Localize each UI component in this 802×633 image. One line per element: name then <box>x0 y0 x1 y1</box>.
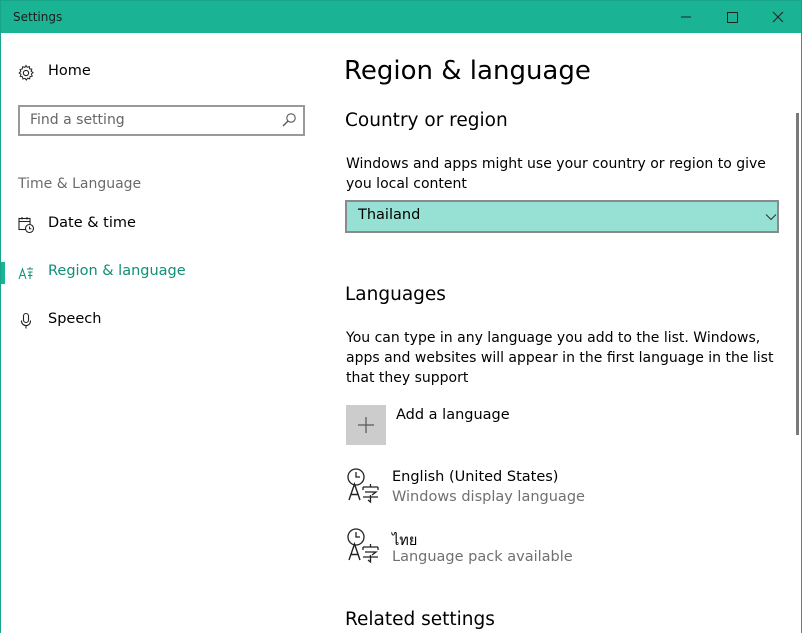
add-language-button[interactable] <box>346 405 386 445</box>
search-icon <box>282 113 296 127</box>
language-item-english[interactable]: English (United States) Windows display … <box>345 467 765 511</box>
related-settings-heading: Related settings <box>345 609 495 630</box>
add-language-label[interactable]: Add a language <box>396 407 510 423</box>
close-icon <box>772 11 784 23</box>
country-heading: Country or region <box>345 110 508 131</box>
settings-window: Settings Home Find a setting Time & Lang… <box>0 0 802 633</box>
sidebar-item-label: Speech <box>48 311 102 327</box>
page-title: Region & language <box>344 56 591 86</box>
close-button[interactable] <box>755 1 801 33</box>
languages-description: You can type in any language you add to … <box>346 330 774 386</box>
language-options-icon <box>347 468 379 504</box>
sidebar-item-home[interactable]: Home <box>1 56 311 90</box>
settings-content: Home Find a setting Time & Language Date… <box>1 33 801 633</box>
chevron-down-icon <box>765 214 777 221</box>
language-icon <box>18 267 33 280</box>
country-description: Windows and apps might use your country … <box>346 156 766 192</box>
calendar-clock-icon <box>18 217 35 234</box>
language-status: Language pack available <box>392 549 573 565</box>
search-placeholder: Find a setting <box>30 112 125 128</box>
sidebar-item-label: Home <box>48 63 91 79</box>
sidebar-group-heading: Time & Language <box>18 176 142 192</box>
country-select-value: Thailand <box>358 207 421 223</box>
language-options-icon <box>347 528 379 564</box>
sidebar-item-speech[interactable]: Speech <box>1 304 311 338</box>
maximize-button[interactable] <box>709 1 755 33</box>
language-item-thai[interactable]: ไทย Language pack available <box>345 527 765 571</box>
scrollbar[interactable] <box>796 113 799 435</box>
search-input[interactable]: Find a setting <box>18 105 305 136</box>
minimize-icon <box>681 16 691 18</box>
maximize-icon <box>727 12 738 23</box>
gear-icon <box>18 64 34 81</box>
sidebar-item-label: Date & time <box>48 215 136 231</box>
window-title: Settings <box>13 10 63 24</box>
country-select[interactable]: Thailand <box>345 200 779 233</box>
minimize-button[interactable] <box>663 1 709 33</box>
active-indicator <box>1 262 5 284</box>
sidebar-item-region-language[interactable]: Region & language <box>1 256 311 290</box>
sidebar-item-label: Region & language <box>48 263 186 279</box>
plus-icon <box>358 417 374 433</box>
language-name: English (United States) <box>392 469 559 485</box>
title-bar[interactable]: Settings <box>1 1 801 33</box>
sidebar-item-date-time[interactable]: Date & time <box>1 208 311 242</box>
language-status: Windows display language <box>392 489 585 505</box>
microphone-icon <box>20 312 32 329</box>
languages-heading: Languages <box>345 284 446 305</box>
